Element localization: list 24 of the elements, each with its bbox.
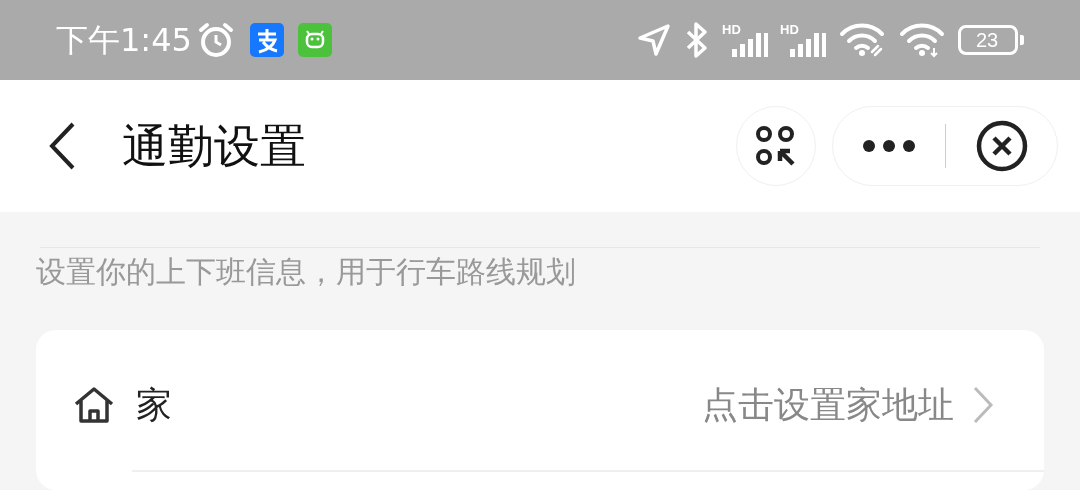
network-type-label: HD (722, 23, 741, 36)
wifi-icon (898, 22, 946, 58)
signal-bars-icon (730, 33, 768, 57)
page-title: 通勤设置 (122, 118, 306, 174)
setting-value: 点击设置家地址 (702, 383, 954, 427)
more-icon (862, 139, 916, 153)
location-arrow-icon (636, 22, 672, 58)
status-time: 下午1:45 (56, 20, 192, 61)
battery-level: 23 (976, 30, 999, 50)
battery-tip-icon (1020, 35, 1024, 45)
robot-app-icon (297, 23, 332, 57)
close-icon (975, 120, 1028, 172)
network-type-label: HD (780, 23, 799, 36)
description-text: 设置你的上下班信息，用于行车路线规划 (36, 254, 577, 290)
setting-label: 家 (136, 383, 172, 427)
home-icon (72, 385, 116, 425)
back-chevron-icon (47, 120, 77, 172)
bluetooth-icon (684, 21, 710, 59)
wifi-icon (838, 22, 886, 58)
chevron-right-icon (972, 385, 994, 425)
battery-icon (958, 25, 1018, 55)
home-setting-row[interactable]: 家 点击设置家地址 (36, 340, 1044, 470)
payment-app-icon (249, 23, 284, 57)
signal-bars-icon (788, 33, 826, 57)
